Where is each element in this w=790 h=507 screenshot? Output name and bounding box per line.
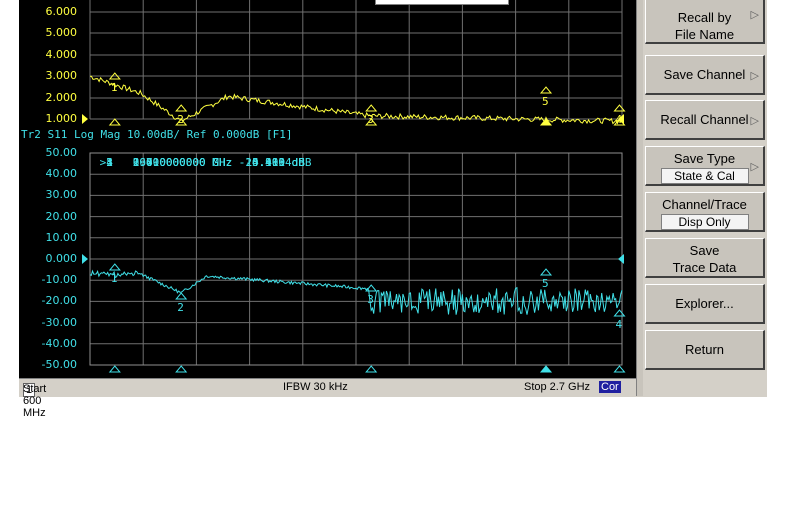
softkey-value: Disp Only xyxy=(660,214,749,230)
trace2-y-tick: 30.00 xyxy=(45,188,78,202)
softkey-label: Save Type xyxy=(673,151,736,166)
trace2-axis-marker xyxy=(108,365,121,373)
trace2-axis-marker xyxy=(175,365,188,373)
softkey-recall-by[interactable]: Recall by File Name ▷ xyxy=(645,0,765,44)
trace2-marker xyxy=(613,309,626,317)
stop-frequency: Stop 2.7 GHz xyxy=(524,381,591,393)
trace2-axis-marker xyxy=(613,365,626,373)
trace1-marker xyxy=(365,104,378,112)
dialog-edge xyxy=(375,0,509,5)
marker-readout-row: >5 2.400000000 GHz -15.411 dB xyxy=(93,156,305,169)
trace-plot: 12345 12345 xyxy=(82,0,626,373)
trace2-y-tick: -40.00 xyxy=(41,336,77,350)
trace2-y-tick: 50.00 xyxy=(45,146,78,159)
softkey-label: Return xyxy=(684,342,725,357)
submenu-arrow-icon: ▷ xyxy=(750,115,759,127)
submenu-arrow-icon: ▷ xyxy=(750,70,759,82)
trace2-grid xyxy=(89,152,623,366)
trace2-marker-label: 3 xyxy=(367,293,374,306)
ref-arrow-trace2 xyxy=(82,254,88,264)
status-bar: 1 Start 600 MHz IFBW 30 kHz Stop 2.7 GHz … xyxy=(19,378,636,419)
submenu-arrow-icon: ▷ xyxy=(750,161,759,173)
trace2-marker xyxy=(365,284,378,292)
trace1-y-tick: 5.000 xyxy=(45,26,78,39)
trace1-marker xyxy=(613,104,626,112)
softkey-label: Recall by xyxy=(677,10,732,25)
softkey-label-2: File Name xyxy=(674,27,735,42)
softkey-value: State & Cal xyxy=(660,168,749,184)
trace1-y-tick: 3.000 xyxy=(45,69,78,82)
softkey-explorer[interactable]: Explorer... xyxy=(645,284,765,324)
softkey-recall-channel[interactable]: Recall Channel ▷ xyxy=(645,100,765,140)
softkey-return[interactable]: Return xyxy=(645,330,765,370)
trace2-marker-label: 5 xyxy=(542,277,549,290)
softkey-save[interactable]: Save Trace Data xyxy=(645,238,765,278)
softkey-label-2: Trace Data xyxy=(672,260,737,275)
trace2-marker xyxy=(539,268,553,276)
trace2-marker-label: 2 xyxy=(177,301,184,314)
trace2-y-tick: -10.00 xyxy=(41,273,77,287)
trace2-marker-label: 1 xyxy=(111,272,118,285)
trace1-y-tick: 2.000 xyxy=(45,91,78,104)
trace2-axis-marker xyxy=(539,365,553,373)
trace2-y-tick: 0.000 xyxy=(45,252,78,265)
start-frequency: Start 600 MHz xyxy=(23,383,47,419)
softkey-save-type[interactable]: Save Type State & Cal ▷ xyxy=(645,146,765,186)
softkey-label: Save Channel xyxy=(663,67,746,82)
ref-arrow-trace1 xyxy=(82,114,88,124)
trace2-y-tick: 20.00 xyxy=(45,209,78,223)
trace2-y-tick: -20.00 xyxy=(41,294,77,308)
softkey-channel-trace[interactable]: Channel/Trace Disp Only xyxy=(645,192,765,232)
softkey-label: Recall Channel xyxy=(660,112,749,127)
trace1-marker xyxy=(539,86,553,94)
trace2-axis-marker xyxy=(365,365,378,373)
submenu-arrow-icon: ▷ xyxy=(750,9,759,21)
softkey-label: Channel/Trace xyxy=(662,197,747,212)
measurement-display: 12345 12345 6.0005.0004.0003.0002.0001.0… xyxy=(19,0,636,378)
trace1-y-tick: 6.000 xyxy=(45,5,78,18)
ref-arrow-right-trace2 xyxy=(618,254,624,264)
trace2-marker-label: 4 xyxy=(615,318,622,331)
trace2-marker xyxy=(108,263,121,271)
softkey-panel: Recall by File Name ▷ Save Channel ▷ Recall C… xyxy=(643,0,767,397)
trace1-marker-label: 1 xyxy=(111,81,118,94)
softkey-label: Save xyxy=(689,243,720,258)
correction-badge: Cor xyxy=(599,381,621,393)
ifbw-label: IFBW 30 kHz xyxy=(283,381,348,393)
trace2-y-tick: -30.00 xyxy=(41,315,77,329)
vna-window: 12345 12345 6.0005.0004.0003.0002.0001.0… xyxy=(19,0,767,419)
trace2-marker xyxy=(175,292,188,300)
trace1-marker xyxy=(175,104,188,112)
trace1-y-tick: 1.000 xyxy=(45,112,78,125)
softkey-save-channel[interactable]: Save Channel ▷ xyxy=(645,55,765,95)
trace2-y-tick: -50.00 xyxy=(41,358,77,371)
trace2-y-tick: 40.00 xyxy=(45,167,78,181)
trace1-marker-label: 5 xyxy=(542,95,549,108)
softkey-label: Explorer... xyxy=(675,296,734,311)
trace2-y-tick: 10.00 xyxy=(45,230,78,244)
trace1-y-tick: 4.000 xyxy=(45,48,78,61)
trace2-header: Tr2 S11 Log Mag 10.00dB/ Ref 0.000dB [F1… xyxy=(21,128,293,141)
trace1-axis-marker xyxy=(108,118,121,126)
